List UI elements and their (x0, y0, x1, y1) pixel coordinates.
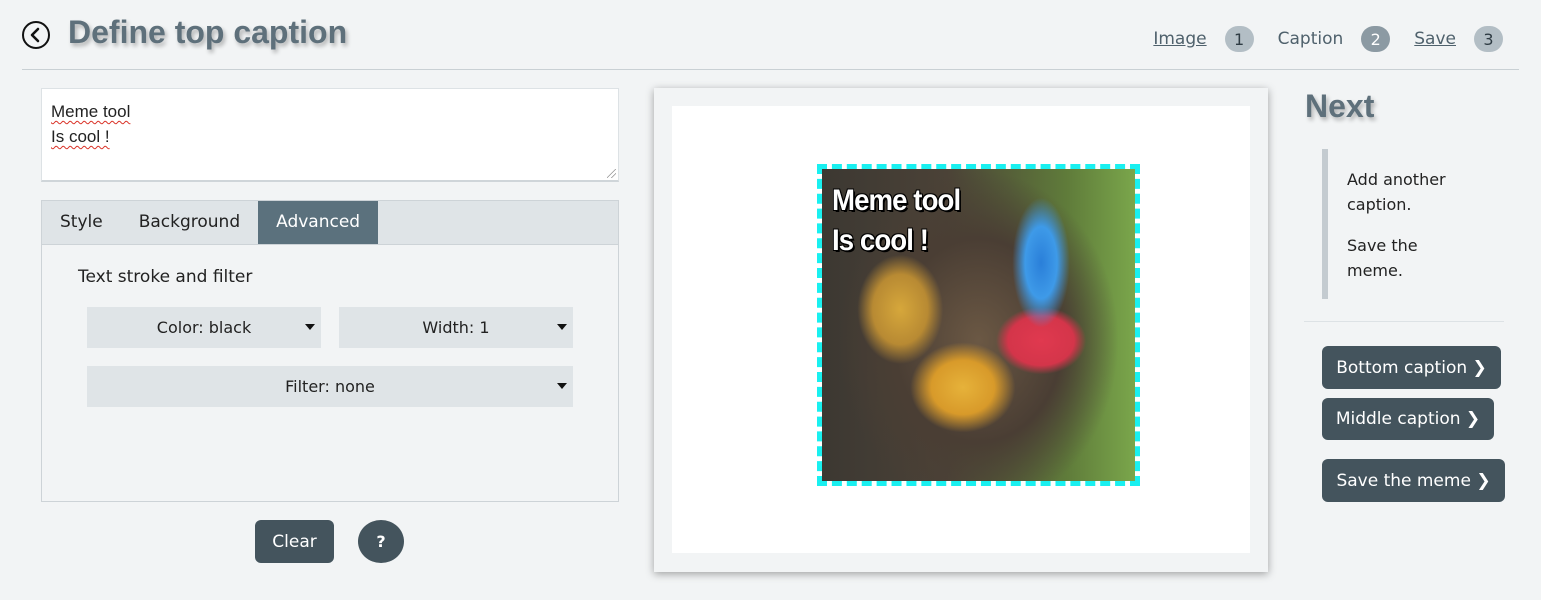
hint-save-meme: Save the meme. (1347, 236, 1418, 280)
step-indicator: Image 1 Caption 2 Save 3 (1153, 26, 1503, 52)
caption-options-panel: Style Background Advanced Text stroke an… (41, 200, 619, 502)
right-divider (1304, 321, 1504, 322)
caption-line-1: Meme tool (51, 102, 131, 121)
tab-bar: Style Background Advanced (42, 201, 618, 245)
step-caption-number: 2 (1361, 26, 1391, 52)
meme-canvas: Meme tool Is cool ! (672, 106, 1250, 553)
stroke-width-value: Width: 1 (422, 318, 490, 337)
step-caption-label: Caption (1277, 29, 1344, 49)
header-divider (22, 69, 1519, 70)
next-hints: Add another caption. Save the meme. (1322, 149, 1512, 299)
page-title: Define top caption (68, 14, 348, 50)
step-save-number: 3 (1474, 26, 1503, 52)
save-meme-button[interactable]: Save the meme ❯ (1322, 459, 1505, 502)
bottom-caption-button[interactable]: Bottom caption ❯ (1322, 346, 1501, 389)
step-image-link[interactable]: Image (1153, 29, 1206, 49)
stroke-color-value: Color: black (156, 318, 252, 337)
help-button[interactable]: ? (358, 520, 404, 563)
tab-style[interactable]: Style (42, 201, 121, 244)
tab-background[interactable]: Background (121, 201, 258, 244)
next-heading: Next (1305, 88, 1375, 124)
step-save-link[interactable]: Save (1414, 29, 1456, 49)
clear-button[interactable]: Clear (255, 520, 334, 563)
filter-select[interactable]: Filter: none (87, 366, 573, 407)
stroke-width-select[interactable]: Width: 1 (339, 307, 573, 348)
meme-top-caption[interactable]: Meme tool Is cool ! (832, 181, 961, 261)
meme-image-selection[interactable]: Meme tool Is cool ! (817, 164, 1140, 486)
meme-caption-line-2: Is cool ! (832, 224, 929, 257)
resize-grip-icon[interactable] (607, 169, 616, 178)
hint-add-caption: Add another caption. (1347, 170, 1446, 214)
filter-value: Filter: none (285, 377, 375, 396)
chevron-down-icon (557, 324, 567, 330)
meme-canvas-frame: Meme tool Is cool ! (654, 88, 1268, 572)
chevron-down-icon (557, 383, 567, 389)
back-arrow-icon (30, 27, 40, 43)
chevron-down-icon (305, 324, 315, 330)
step-image-number: 1 (1224, 26, 1254, 52)
meme-caption-line-1: Meme tool (832, 184, 961, 217)
caption-textarea[interactable]: Meme tool Is cool ! (41, 88, 619, 182)
section-title: Text stroke and filter (78, 267, 253, 287)
tab-advanced[interactable]: Advanced (258, 201, 379, 244)
stroke-color-select[interactable]: Color: black (87, 307, 321, 348)
middle-caption-button[interactable]: Middle caption ❯ (1322, 398, 1494, 440)
back-button[interactable] (22, 21, 50, 49)
caption-line-2: Is cool ! (51, 127, 110, 146)
